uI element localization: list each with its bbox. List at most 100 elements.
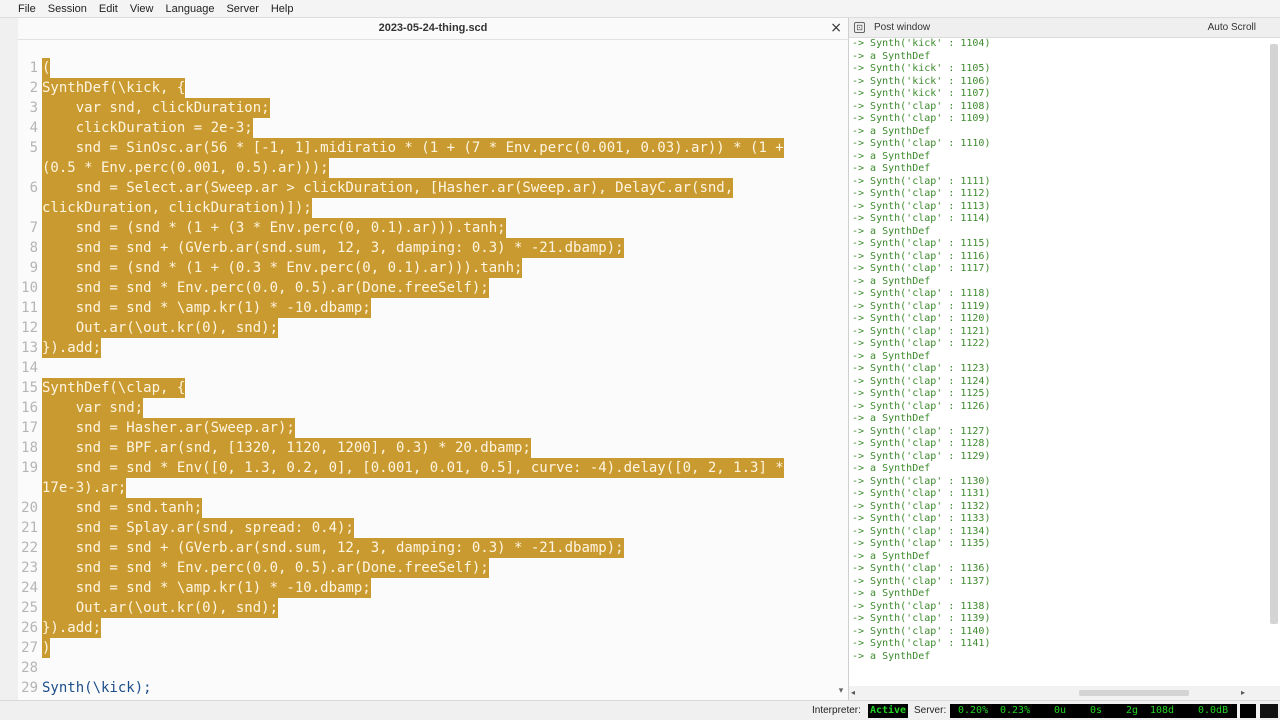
selected-code-text: }).add; [42,338,102,358]
post-window-title: Post window [874,22,931,33]
post-line: -> a SynthDef [852,413,931,424]
post-vertical-scrollbar[interactable] [1270,38,1278,686]
selected-code-text: (0.5 * Env.perc(0.001, 0.5).ar))); [42,158,329,178]
line-number: 16 [21,400,38,416]
post-window: ⊡ Post window Auto Scroll -> Synth('kick… [849,18,1280,700]
post-line: -> a SynthDef [852,150,931,162]
post-line: -> Synth('clap' : 1133) [852,513,991,524]
line-number: 5 [29,140,38,156]
menu-file[interactable]: File [18,3,36,15]
post-line: -> Synth('clap' : 1115) [852,238,991,249]
selected-code-text: ( [42,58,51,78]
post-line: -> Synth('clap' : 1118) [852,288,991,299]
line-number: 6 [29,180,38,196]
post-line: -> Synth('clap' : 1109) [852,113,991,124]
line-number: 3 [29,100,38,116]
menu-help[interactable]: Help [271,3,294,15]
line-number: 20 [21,500,38,516]
code-area[interactable]: 1(2 SynthDef(\kick, {3 var snd, clickDura… [18,58,836,718]
post-line: -> a SynthDef [852,350,931,362]
post-line: -> Synth('kick' : 1107) [852,88,991,99]
synth-count: 0s [1090,705,1103,716]
scroll-left-arrow-icon[interactable]: ◂ [851,688,855,697]
selected-code-text: Out.ar(\out.kr(0), snd); [42,598,279,618]
document-tab[interactable]: 2023-05-24-thing.scd × [18,18,848,40]
post-line: -> Synth('clap' : 1124) [852,375,991,387]
selected-code-text: snd = Hasher.ar(Sweep.ar); [42,418,295,438]
dock-options-icon[interactable]: ⊡ [854,22,865,33]
line-number: 10 [21,280,38,296]
post-line: -> Synth('clap' : 1128) [852,438,991,449]
menu-language[interactable]: Language [166,3,215,15]
selected-code-text: snd = snd * Env([0, 1.3, 0.2, 0], [0.001… [42,458,784,478]
group-count: 2g [1126,705,1139,716]
selected-code-text: snd = snd.tanh; [42,498,203,518]
menu-view[interactable]: View [130,3,154,15]
line-number: 15 [21,380,38,396]
line-number: 18 [21,440,38,456]
scroll-down-arrow-icon[interactable]: ▾ [836,686,846,698]
post-line: -> Synth('clap' : 1130) [852,475,991,487]
menu-server[interactable]: Server [226,3,258,15]
post-line: -> a SynthDef [852,588,931,599]
post-horizontal-scroll-thumb[interactable] [1079,690,1189,696]
interpreter-status[interactable]: Active [868,704,908,718]
post-line: -> Synth('kick' : 1105) [852,63,991,74]
line-number: 12 [21,320,38,336]
selected-code-text: snd = snd * \amp.kr(1) * -10.dbamp; [42,298,371,318]
post-horizontal-scrollbar[interactable]: ◂ ▸ [849,686,1280,700]
post-line: -> Synth('clap' : 1125) [852,388,991,399]
selected-code-text: snd = snd * \amp.kr(1) * -10.dbamp; [42,578,371,598]
line-number: 21 [21,520,38,536]
post-line: -> Synth('clap' : 1114) [852,213,991,224]
line-number: 1 [29,60,38,76]
auto-scroll-toggle[interactable]: Auto Scroll [1208,22,1256,33]
post-line: -> a SynthDef [852,225,931,237]
post-line: -> a SynthDef [852,650,931,662]
record-indicator[interactable] [1260,704,1278,718]
code-editor[interactable]: 2023-05-24-thing.scd × 1(2 SynthDef(\kick… [18,18,848,716]
avg-cpu: 0.20% [958,705,989,716]
menu-bar: File Session Edit View Language Server Help [0,0,1280,18]
post-window-header: ⊡ Post window Auto Scroll [849,18,1280,38]
line-number: 28 [21,660,38,676]
post-line: -> Synth('clap' : 1139) [852,613,991,624]
post-line: -> Synth('kick' : 1104) [852,38,991,49]
close-document-icon[interactable]: × [830,20,842,36]
selected-code-text: Out.ar(\out.kr(0), snd); [42,318,279,338]
ugen-count: 0u [1054,705,1067,716]
selected-code-text: snd = snd + (GVerb.ar(snd.sum, 12, 3, da… [42,238,624,258]
selected-code-text: }).add; [42,618,102,638]
line-number: 9 [29,260,38,276]
menu-session[interactable]: Session [48,3,87,15]
post-line: -> a SynthDef [852,50,931,62]
post-line: -> Synth('clap' : 1116) [852,250,991,262]
post-line: -> a SynthDef [852,550,931,562]
menu-edit[interactable]: Edit [99,3,118,15]
line-number: 17 [21,420,38,436]
post-window-output[interactable]: -> Synth('kick' : 1104) -> a SynthDef -> S… [852,38,1252,686]
document-title: 2023-05-24-thing.scd [378,22,488,34]
mute-indicator[interactable] [1240,704,1256,718]
selected-code-text: ) [42,638,51,658]
selected-code-text: snd = SinOsc.ar(56 * [-1, 1].midiratio *… [42,138,784,158]
post-line: -> a SynthDef [852,463,931,474]
post-line: -> Synth('clap' : 1111) [852,175,991,187]
server-status[interactable]: 0.20% 0.23% 0u 0s 2g 108d 0.0dB [950,704,1237,718]
post-line: -> Synth('clap' : 1110) [852,138,991,149]
selected-code-text: snd = Select.ar(Sweep.ar > clickDuration… [42,178,734,198]
post-line: -> Synth('clap' : 1135) [852,538,991,549]
post-line: -> Synth('clap' : 1119) [852,300,991,312]
post-line: -> Synth('clap' : 1132) [852,500,991,512]
line-number: 19 [21,460,38,476]
line-number: 7 [29,220,38,236]
post-line: -> a SynthDef [852,163,931,174]
selected-code-text: snd = Splay.ar(snd, spread: 0.4); [42,518,354,538]
post-line: -> Synth('clap' : 1123) [852,363,991,374]
line-number: 4 [29,120,38,136]
scroll-right-arrow-icon[interactable]: ▸ [1241,688,1245,697]
selected-code-text: var snd; [42,398,144,418]
post-vertical-scroll-thumb[interactable] [1270,44,1278,624]
line-number: 25 [21,600,38,616]
post-line: -> Synth('clap' : 1136) [852,563,991,574]
